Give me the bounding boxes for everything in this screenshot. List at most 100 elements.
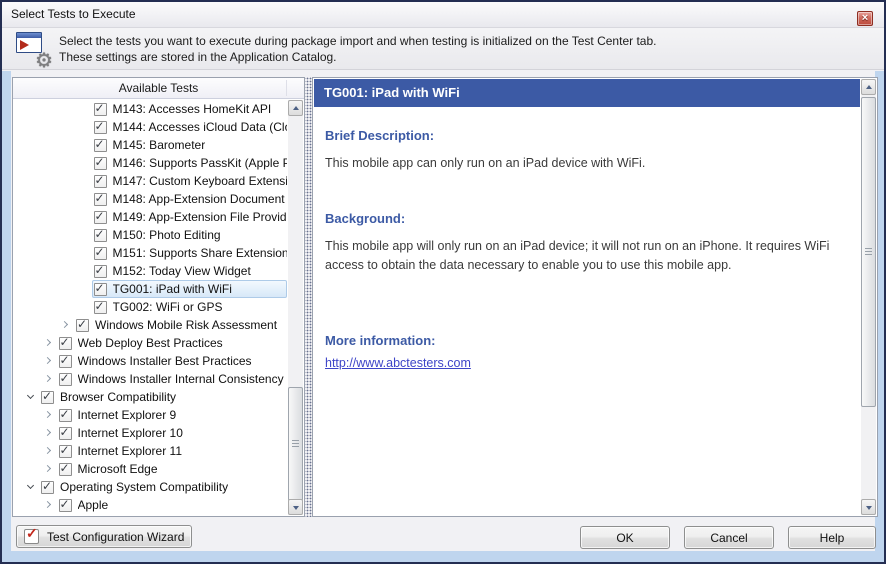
test-checkbox[interactable]: ✓ [59,337,72,350]
test-checkbox[interactable]: ✓ [41,481,54,494]
detail-scroll-down-button[interactable] [861,499,876,515]
row-content: ✓M148: App-Extension Document … [92,190,288,208]
test-checkbox[interactable]: ✓ [94,283,107,296]
tree-item[interactable]: ✓Windows Installer Best Practices [13,352,287,370]
chevron-right-icon[interactable] [42,462,57,476]
tree-column-header[interactable]: Available Tests [13,78,304,99]
row-content: ✓ M146: Supports PassKit (Apple P… [92,154,288,172]
row-content: ✓Apple [57,496,288,514]
tree-item[interactable]: ✓Internet Explorer 11 [13,442,287,460]
test-checkbox[interactable]: ✓ [94,157,107,170]
panel-splitter[interactable] [305,77,312,517]
tree-item[interactable]: ✓Internet Explorer 10 [13,424,287,442]
tree-scroll-down-button[interactable] [288,499,303,515]
test-checkbox[interactable]: ✓ [59,463,72,476]
tree-item[interactable]: ✓ TG002: WiFi or GPS [13,298,287,316]
grip-icon [292,440,299,448]
test-checkbox[interactable]: ✓ [94,247,107,260]
test-checkbox[interactable]: ✓ [59,427,72,440]
test-checkbox[interactable]: ✓ [94,175,107,188]
tree-item[interactable]: ✓TG001: iPad with WiFi [13,280,287,298]
arrow-down-icon [293,506,299,510]
tree-item[interactable]: ✓Browser Compatibility [13,388,287,406]
tree-item[interactable]: ✓Apple [13,496,287,514]
tree-item[interactable]: ✓M147: Custom Keyboard Extension [13,172,287,190]
test-checkbox[interactable]: ✓ [94,139,107,152]
tree-item[interactable]: ✓M144: Accesses iCloud Data (Clo… [13,118,287,136]
selected-row-highlight: ✓TG001: iPad with WiFi [92,280,288,298]
tests-tree: ✓ M143: Accesses HomeKit API ✓M144: Access… [13,100,287,515]
test-checkbox[interactable]: ✓ [94,121,107,134]
tree-item-label: M146: Supports PassKit (Apple P… [113,156,288,170]
test-checkbox[interactable]: ✓ [41,391,54,404]
test-checkbox[interactable]: ✓ [59,355,72,368]
expander-placeholder [77,300,92,314]
detail-section: Background:This mobile app will only run… [325,211,860,275]
tree-item[interactable]: ✓Windows Mobile Risk Assessment [13,316,287,334]
tree-scroll-up-button[interactable] [288,100,303,116]
tree-item-label: Operating System Compatibility [60,480,228,494]
tree-item[interactable]: ✓Windows Installer Internal Consistency … [13,370,287,388]
tree-item[interactable]: ✓M145: Barometer [13,136,287,154]
test-checkbox[interactable]: ✓ [94,193,107,206]
test-checkbox[interactable]: ✓ [94,301,107,314]
test-checkbox[interactable]: ✓ [59,409,72,422]
check-mark-icon: ✓ [60,335,70,349]
chevron-right-icon[interactable] [42,426,57,440]
tree-item-label: TG002: WiFi or GPS [113,300,223,314]
close-button[interactable]: × [857,11,873,26]
check-mark-icon: ✓ [95,137,105,151]
test-configuration-wizard-button[interactable]: ✓ Test Configuration Wizard [16,525,192,548]
test-checkbox[interactable]: ✓ [94,211,107,224]
tree-item[interactable]: ✓ M152: Today View Widget [13,262,287,280]
section-heading: Background: [325,211,860,226]
tree-item[interactable]: ✓ Operating System Compatibility [13,478,287,496]
detail-scrollbar[interactable] [861,79,876,515]
titlebar[interactable]: Select Tests to Execute × [2,2,884,28]
detail-scroll-up-button[interactable] [861,79,876,95]
checklist-icon: ✓ [24,529,39,544]
expander-placeholder [77,282,92,296]
test-checkbox[interactable]: ✓ [94,103,107,116]
tree-item[interactable]: ✓M150: Photo Editing [13,226,287,244]
tree-item[interactable]: ✓ M151: Supports Share Extension [13,244,287,262]
chevron-right-icon[interactable] [42,408,57,422]
chevron-right-icon[interactable] [59,318,74,332]
chevron-down-icon[interactable] [24,390,39,404]
tree-item[interactable]: ✓M148: App-Extension Document … [13,190,287,208]
check-mark-icon: ✓ [95,119,105,133]
expander-placeholder [77,174,92,188]
check-mark-icon: ✓ [60,443,70,457]
test-checkbox[interactable]: ✓ [59,499,72,512]
tree-item[interactable]: ✓Microsoft Edge [13,460,287,478]
test-checkbox[interactable]: ✓ [59,445,72,458]
chevron-right-icon[interactable] [42,372,57,386]
cancel-button[interactable]: Cancel [684,526,774,549]
tree-item-label: M151: Supports Share Extension [113,246,288,260]
expander-placeholder [77,228,92,242]
tree-item[interactable]: ✓M149: App-Extension File Provider [13,208,287,226]
more-info-link[interactable]: http://www.abctesters.com [325,356,471,370]
help-button[interactable]: Help [788,526,876,549]
tree-item-label: M143: Accesses HomeKit API [113,102,272,116]
tree-scrollbar[interactable] [288,100,303,515]
chevron-down-icon[interactable] [24,480,39,494]
test-checkbox[interactable]: ✓ [76,319,89,332]
detail-scrollbar-thumb[interactable] [861,97,876,407]
test-checkbox[interactable]: ✓ [59,373,72,386]
tree-item[interactable]: ✓ M143: Accesses HomeKit API [13,100,287,118]
chevron-right-icon[interactable] [42,336,57,350]
ok-button[interactable]: OK [580,526,670,549]
chevron-right-icon[interactable] [42,354,57,368]
tree-item-label: M152: Today View Widget [113,264,251,278]
test-checkbox[interactable]: ✓ [94,265,107,278]
tree-item[interactable]: ✓ M146: Supports PassKit (Apple P… [13,154,287,172]
tree-item[interactable]: ✓Internet Explorer 9 [13,406,287,424]
tree-scrollbar-thumb[interactable] [288,387,303,501]
tree-item[interactable]: ✓Web Deploy Best Practices [13,334,287,352]
expander-placeholder [77,156,92,170]
chevron-right-icon[interactable] [42,444,57,458]
check-mark-icon: ✓ [60,371,70,385]
chevron-right-icon[interactable] [42,498,57,512]
test-checkbox[interactable]: ✓ [94,229,107,242]
